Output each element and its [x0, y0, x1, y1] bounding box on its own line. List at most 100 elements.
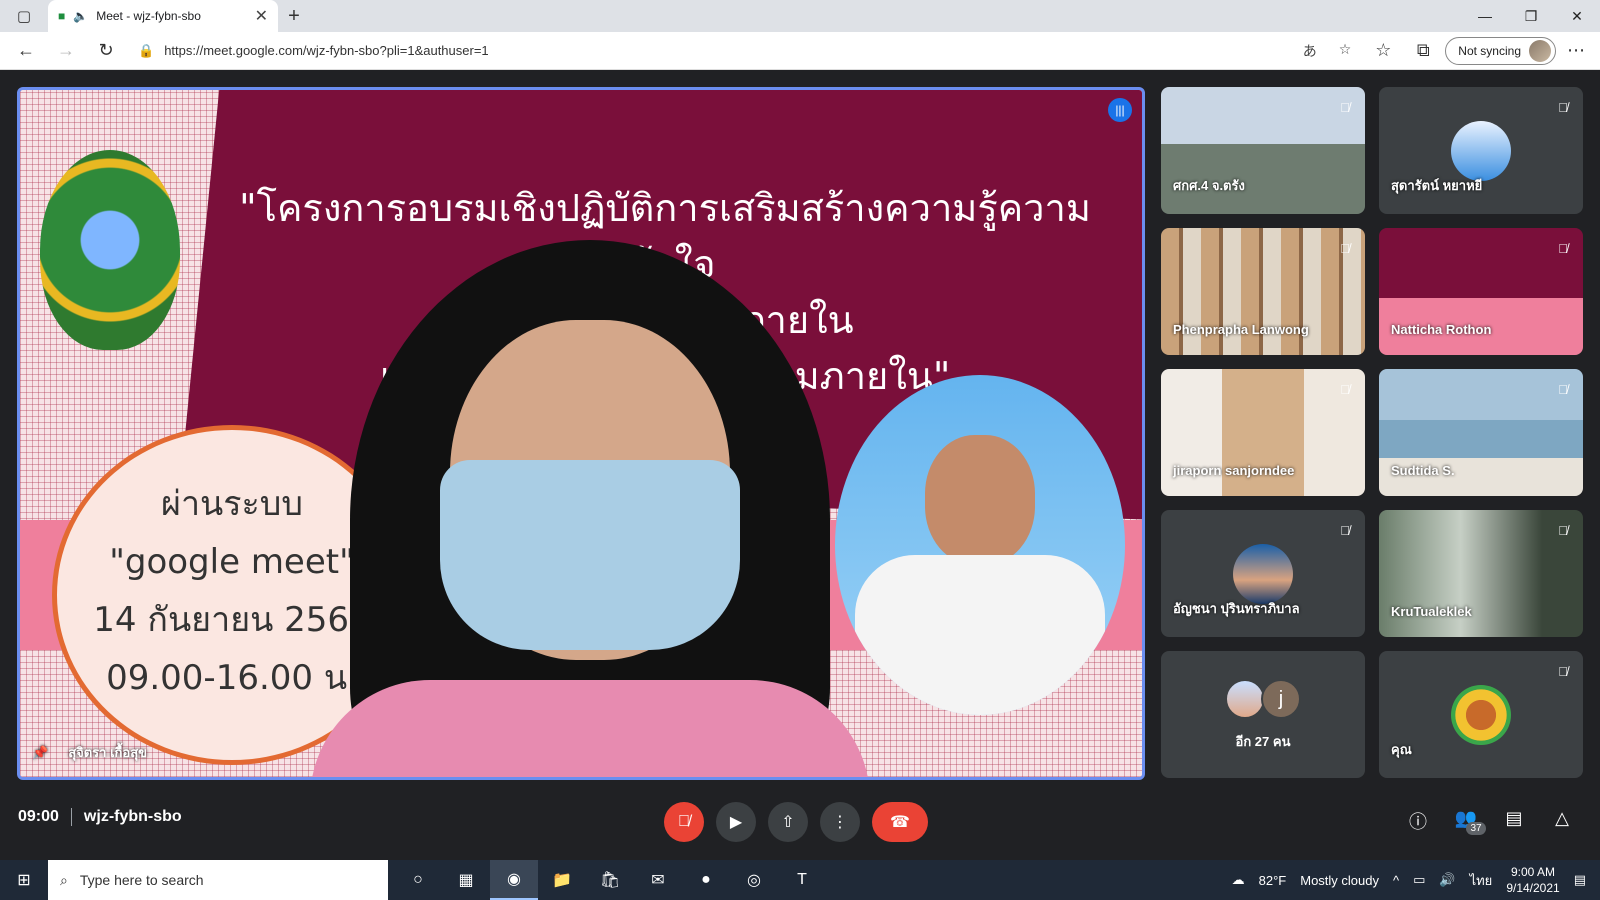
edge-icon[interactable]: ◉: [490, 860, 538, 900]
participant-count-badge: 37: [1466, 822, 1486, 835]
speaker-icon[interactable]: 🔈: [73, 9, 88, 23]
profile-sync-button[interactable]: Not syncing: [1445, 36, 1556, 65]
participant-tile[interactable]: 🎙̸ ศกศ.4 จ.ตรัง: [1161, 87, 1365, 214]
new-tab-button[interactable]: +: [278, 0, 310, 32]
more-options-icon[interactable]: ⋯: [1560, 40, 1592, 61]
notifications-icon[interactable]: ▤: [1574, 872, 1586, 888]
start-windows-icon[interactable]: ⊞: [0, 860, 48, 900]
collections-icon[interactable]: ⧉: [1405, 36, 1441, 66]
participant-tile[interactable]: 🎙̸ Phenprapha Lanwong: [1161, 228, 1365, 355]
official-portrait: [835, 375, 1125, 715]
mic-off-icon: 🎙̸: [1340, 522, 1350, 538]
speaker-name: สุจิตรา เกื้อสุข: [68, 745, 148, 760]
browser-tab[interactable]: ■ 🔈 Meet - wjz-fybn-sbo ✕: [48, 0, 278, 32]
teams-icon[interactable]: T: [778, 860, 826, 900]
forward-icon[interactable]: →: [48, 36, 84, 66]
tab-actions-icon[interactable]: ▢: [0, 0, 48, 32]
camera-toggle-button[interactable]: ▶: [716, 802, 756, 842]
organization-emblem: [40, 150, 180, 350]
mic-off-icon: 🎙̸: [1340, 381, 1350, 397]
refresh-icon[interactable]: ↻: [88, 36, 124, 66]
search-placeholder: Type here to search: [79, 872, 204, 888]
system-tray: ☁ 82°F Mostly cloudy ^ ▭ 🔊 ไทย 9:00 AM 9…: [1232, 864, 1600, 896]
avatar: [1233, 544, 1293, 604]
profile-avatar: [1529, 39, 1551, 62]
browser-tab-bar: ▢ ■ 🔈 Meet - wjz-fybn-sbo ✕ + — ❐ ✕: [0, 0, 1600, 32]
close-window-icon[interactable]: ✕: [1554, 0, 1600, 32]
main-speaker-label: 📌 สุจิตรา เกื้อสุข: [32, 742, 147, 763]
participants-icon[interactable]: 👥37: [1454, 808, 1486, 850]
search-icon: ⌕: [60, 871, 68, 888]
meeting-time: 09:00: [18, 808, 59, 825]
mic-off-icon: 🎙̸: [1340, 99, 1350, 115]
mic-off-icon: 🎙̸: [1558, 663, 1568, 679]
line-app-icon[interactable]: ●: [682, 860, 730, 900]
chrome-icon[interactable]: ◎: [730, 860, 778, 900]
participant-name: สุดารัตน์ หยาหยี: [1391, 178, 1483, 193]
participant-tile[interactable]: 🎙̸ สุดารัตน์ หยาหยี: [1379, 87, 1583, 214]
meeting-details: 09:00 wjz-fybn-sbo: [18, 808, 182, 826]
weather-temp[interactable]: 82°F: [1259, 873, 1287, 888]
address-bar: ← → ↻ 🔒 https://meet.google.com/wjz-fybn…: [0, 32, 1600, 70]
task-view-icon[interactable]: ▦: [442, 860, 490, 900]
present-screen-button[interactable]: ⇧: [768, 802, 808, 842]
network-icon[interactable]: ▭: [1413, 872, 1425, 888]
participant-name: jiraporn sanjorndee: [1173, 463, 1295, 478]
participant-name: คุณ: [1391, 742, 1412, 757]
add-favorite-icon[interactable]: ☆: [1339, 41, 1352, 61]
restore-icon[interactable]: ❐: [1508, 0, 1554, 32]
call-controls: 🎙̸ ▶ ⇧ ⋮ ☎: [664, 802, 928, 842]
weather-icon[interactable]: ☁: [1232, 872, 1245, 888]
participant-tile[interactable]: 🎙̸ Sudtida S.: [1379, 369, 1583, 496]
read-aloud-icon[interactable]: あ: [1303, 41, 1317, 61]
close-tab-icon[interactable]: ✕: [255, 6, 268, 26]
meet-control-bar: 09:00 wjz-fybn-sbo 🎙̸ ▶ ⇧ ⋮ ☎ ⓘ 👥37 ▤ △: [0, 790, 1600, 852]
participant-name: Phenprapha Lanwong: [1173, 322, 1309, 337]
leave-call-button[interactable]: ☎: [872, 802, 928, 842]
avatar: [1451, 685, 1511, 745]
minimize-icon[interactable]: —: [1462, 0, 1508, 32]
taskbar-search-box[interactable]: ⌕ Type here to search: [48, 860, 388, 900]
participant-name: อัญชนา ปุรินทราภิบาล: [1173, 601, 1300, 616]
mic-off-icon: 🎙̸: [1558, 240, 1568, 256]
taskbar-clock[interactable]: 9:00 AM 9/14/2021: [1506, 864, 1559, 896]
mic-toggle-button[interactable]: 🎙̸: [664, 802, 704, 842]
chat-icon[interactable]: ▤: [1502, 808, 1526, 850]
url-text: https://meet.google.com/wjz-fybn-sbo?pli…: [164, 43, 489, 58]
url-field[interactable]: 🔒 https://meet.google.com/wjz-fybn-sbo?p…: [128, 36, 1361, 66]
meet-favicon-icon: ■: [58, 9, 66, 23]
file-explorer-icon[interactable]: 📁: [538, 860, 586, 900]
mic-off-icon: 🎙̸: [1558, 381, 1568, 397]
mail-icon[interactable]: ✉: [634, 860, 682, 900]
tray-chevron-icon[interactable]: ^: [1393, 873, 1399, 888]
participant-name: Sudtida S.: [1391, 463, 1455, 478]
back-icon[interactable]: ←: [8, 36, 44, 66]
more-participants-tile[interactable]: j อีก 27 คน: [1161, 651, 1365, 778]
lock-icon[interactable]: 🔒: [138, 43, 154, 59]
participant-name: KruTualeklek: [1391, 604, 1472, 619]
weather-desc[interactable]: Mostly cloudy: [1300, 873, 1379, 888]
input-language[interactable]: ไทย: [1470, 870, 1493, 891]
more-participants-label: อีก 27 คน: [1235, 734, 1291, 749]
meeting-info-icon[interactable]: ⓘ: [1406, 808, 1430, 850]
participant-tile[interactable]: 🎙̸ อัญชนา ปุรินทราภิบาล: [1161, 510, 1365, 637]
more-options-button[interactable]: ⋮: [820, 802, 860, 842]
participant-tile[interactable]: 🎙̸ jiraporn sanjorndee: [1161, 369, 1365, 496]
pin-icon[interactable]: 📌: [32, 745, 48, 761]
volume-icon[interactable]: 🔊: [1439, 872, 1455, 888]
mic-off-icon: 🎙̸: [1558, 522, 1568, 538]
self-tile[interactable]: 🎙̸ คุณ: [1379, 651, 1583, 778]
favorites-icon[interactable]: ☆: [1365, 36, 1401, 66]
activities-icon[interactable]: △: [1550, 808, 1574, 850]
participant-name: Natticha Rothon: [1391, 322, 1492, 337]
tab-title: Meet - wjz-fybn-sbo: [96, 9, 201, 23]
avatar: j: [1261, 679, 1301, 719]
participant-tile[interactable]: 🎙̸ KruTualeklek: [1379, 510, 1583, 637]
cortana-icon[interactable]: ○: [394, 860, 442, 900]
avatar: [1225, 679, 1265, 719]
store-icon[interactable]: 🛍: [586, 860, 634, 900]
meeting-side-controls: ⓘ 👥37 ▤ △: [1406, 808, 1574, 850]
main-speaker-video[interactable]: "โครงการอบรมเชิงปฏิบัติการเสริมสร้างความ…: [17, 87, 1145, 780]
mic-off-icon: 🎙̸: [1340, 240, 1350, 256]
participant-tile[interactable]: 🎙̸ Natticha Rothon: [1379, 228, 1583, 355]
